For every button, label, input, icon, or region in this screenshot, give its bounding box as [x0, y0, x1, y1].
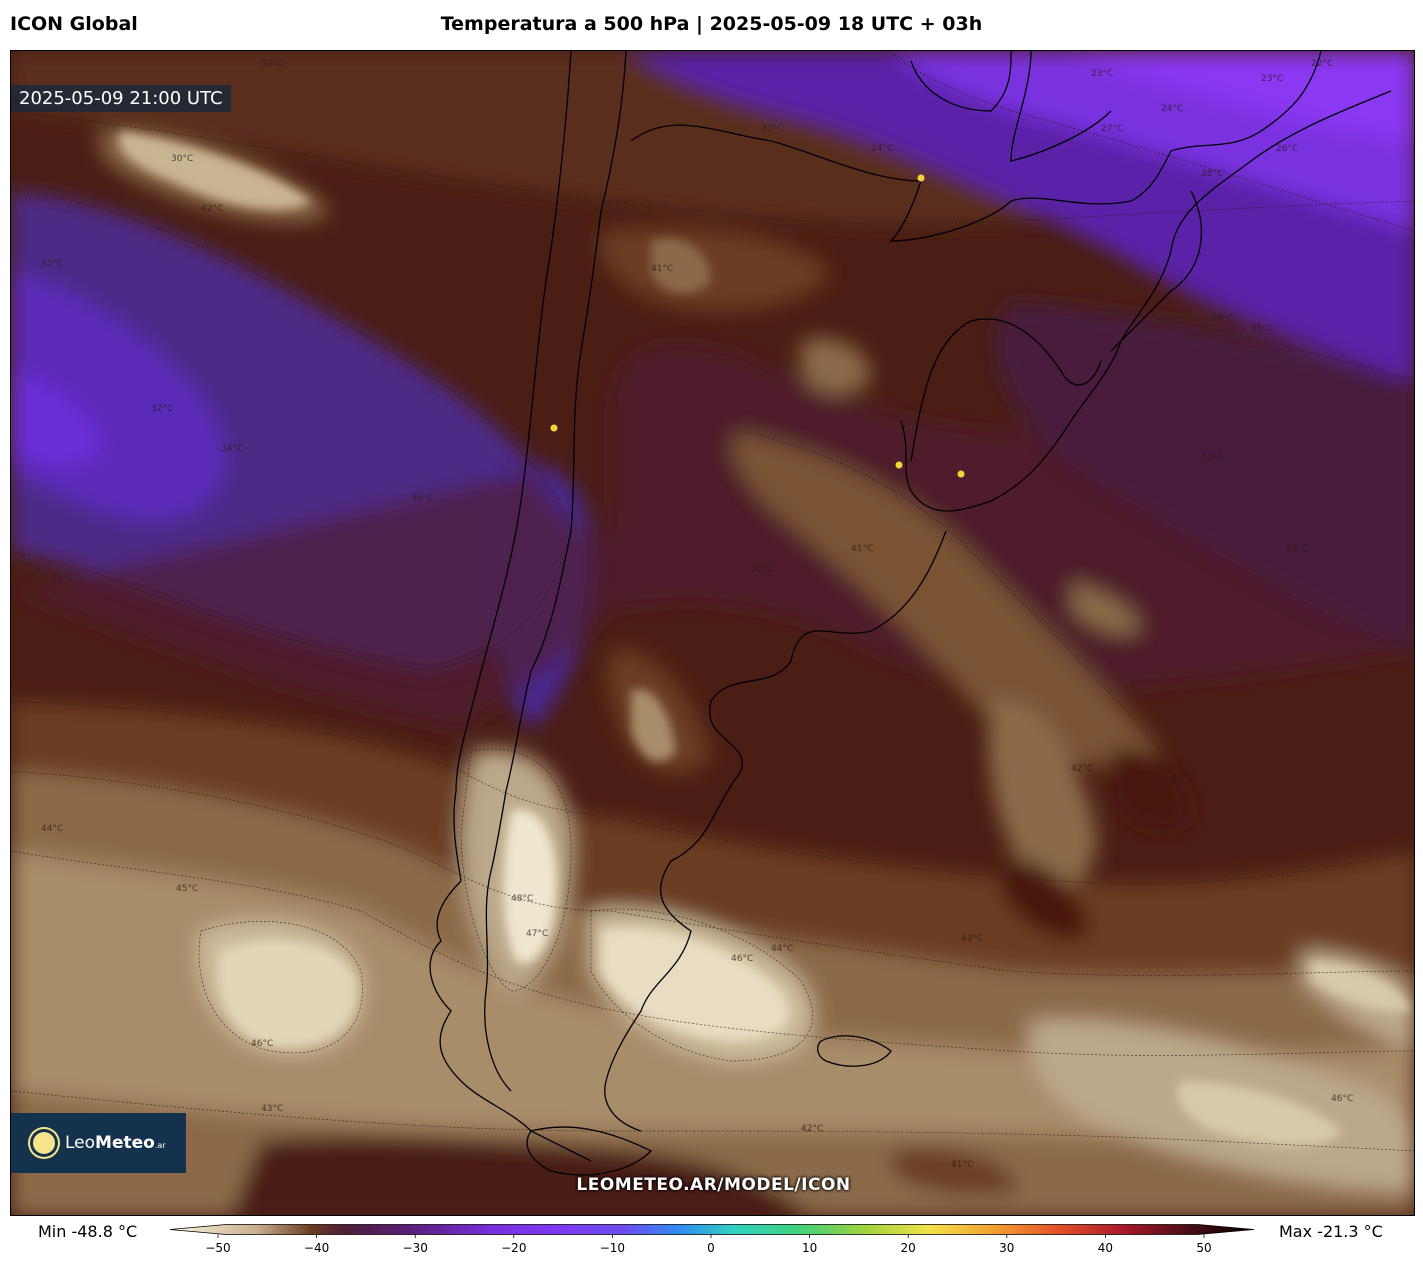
- min-temperature: Min -48.8 °C: [38, 1222, 138, 1241]
- contour-label: 22°C: [1311, 59, 1333, 69]
- contour-label: 28°C: [1201, 169, 1223, 179]
- contour-label: 32°C: [261, 59, 283, 69]
- contour-label: 41°C: [851, 544, 873, 554]
- colorbar-tick-label: 40: [1098, 1241, 1113, 1255]
- contour-label: 35°C: [1251, 324, 1273, 334]
- contour-label: 40°C: [1171, 774, 1193, 784]
- contour-label: 44°C: [41, 824, 63, 834]
- contour-label: 27°C: [1101, 124, 1123, 134]
- colorbar-tick-label: −10: [600, 1241, 625, 1255]
- colorbar-tick-label: −50: [205, 1241, 230, 1255]
- colorbar-tick-label: 10: [802, 1241, 817, 1255]
- contour-label: 39°C: [1286, 544, 1308, 554]
- colorbar-tick-label: −30: [403, 1241, 428, 1255]
- contour-label: 36°C: [1211, 314, 1233, 324]
- contour-label: 24°C: [1161, 104, 1183, 114]
- map-field: 32°C 32°C 30°C 42°C 36°C 41°C 38°C 41°C …: [11, 51, 1414, 1215]
- contour-label: 45°C: [176, 884, 198, 894]
- sun-icon: [33, 1132, 55, 1154]
- contour-label: 33°C: [761, 124, 783, 134]
- contour-label: 47°C: [526, 929, 548, 939]
- max-temperature: Max -21.3 °C: [1279, 1222, 1383, 1241]
- contour-label: 42°C: [201, 204, 223, 214]
- contour-label: 46°C: [1331, 1094, 1353, 1104]
- contour-label: 46°C: [251, 1039, 273, 1049]
- contour-label: 48°C: [511, 894, 533, 904]
- contour-label: 24°C: [871, 144, 893, 154]
- contour-label: 32°C: [41, 259, 63, 269]
- colorbar: −50 −40 −30 −20 −10 0 10 20 30 40 50: [169, 1224, 1255, 1255]
- contour-label: 44°C: [771, 944, 793, 954]
- contour-label: 32°C: [151, 404, 173, 414]
- valid-time-label: 2025-05-09 21:00 UTC: [11, 85, 231, 112]
- colorbar-tick-label: −20: [501, 1241, 526, 1255]
- contour-label: 46°C: [731, 954, 753, 964]
- colorbar-tick-label: 50: [1196, 1241, 1211, 1255]
- city-marker[interactable]: [550, 424, 558, 432]
- contour-label: 23°C: [1091, 69, 1113, 79]
- contour-label: 38°C: [751, 564, 773, 574]
- city-marker[interactable]: [957, 470, 965, 478]
- contour-label: 42°C: [801, 1124, 823, 1134]
- map-title: Temperatura a 500 hPa | 2025-05-09 18 UT…: [440, 13, 983, 35]
- contour-label: 30°C: [171, 154, 193, 164]
- colorbar-tick-label: 20: [901, 1241, 916, 1255]
- logo-text: LeoMeteo.ar: [65, 1133, 166, 1153]
- city-marker[interactable]: [917, 174, 925, 182]
- contour-label: 23°C: [1261, 74, 1283, 84]
- contour-label: 43°C: [961, 934, 983, 944]
- contour-label: 41°C: [951, 1160, 973, 1170]
- contour-label: 41°C: [651, 264, 673, 274]
- contour-label: 34°C: [221, 444, 243, 454]
- contour-label: 26°C: [1276, 144, 1298, 154]
- temperature-map[interactable]: 32°C 32°C 30°C 42°C 36°C 41°C 38°C 41°C …: [10, 50, 1415, 1216]
- contour-label: 43°C: [261, 1104, 283, 1114]
- colorbar-tick-label: 0: [707, 1241, 715, 1255]
- contour-label: 39°C: [1201, 454, 1223, 464]
- contour-label: 36°C: [411, 494, 433, 504]
- colorbar-tick-label: 30: [999, 1241, 1014, 1255]
- contour-label: 42°C: [1071, 764, 1093, 774]
- contour-label: 35°C: [51, 574, 73, 584]
- colorbar-tick-label: −40: [304, 1241, 329, 1255]
- source-url[interactable]: LEOMETEO.AR/MODEL/ICON: [11, 1175, 1414, 1195]
- leometeo-logo[interactable]: LeoMeteo.ar: [11, 1113, 186, 1173]
- city-marker[interactable]: [895, 461, 903, 469]
